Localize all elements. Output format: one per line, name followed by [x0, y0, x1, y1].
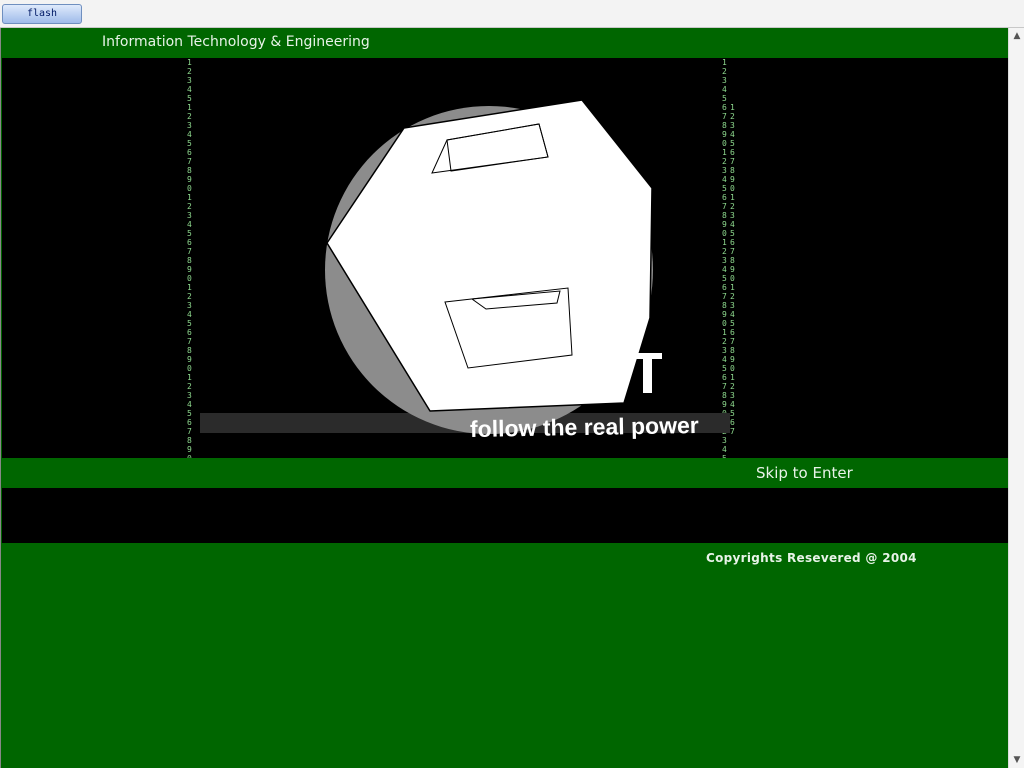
scroll-down-arrow-icon[interactable]: ▼ [1009, 752, 1024, 768]
flash-graphic: follow the real power [200, 99, 730, 442]
black-strip [2, 488, 1008, 543]
tagline-text: follow the real power [470, 412, 699, 442]
header-band: Information Technology & Engineering [2, 28, 1008, 58]
cube-slot-bottom [444, 287, 573, 369]
tab-flash[interactable]: flash [2, 4, 82, 24]
footer: Copyrights Resevered @ 2004 [2, 543, 1008, 768]
letter-t-stem [643, 358, 652, 393]
vertical-scrollbar[interactable]: ▲ ▼ [1008, 28, 1024, 768]
browser-toolbar: flash [0, 0, 1024, 28]
flash-intro-movie[interactable]: 1 2 3 4 5 1 2 3 4 5 6 7 8 9 0 1 2 3 4 5 … [2, 58, 1008, 458]
page-viewport: Information Technology & Engineering 1 2… [0, 28, 1009, 768]
skip-to-enter-link[interactable]: Skip to Enter [756, 464, 853, 482]
scroll-up-arrow-icon[interactable]: ▲ [1009, 28, 1024, 44]
skip-band: Skip to Enter [2, 458, 1008, 488]
copyright-text: Copyrights Resevered @ 2004 [706, 551, 917, 565]
page-title: Information Technology & Engineering [102, 34, 370, 50]
